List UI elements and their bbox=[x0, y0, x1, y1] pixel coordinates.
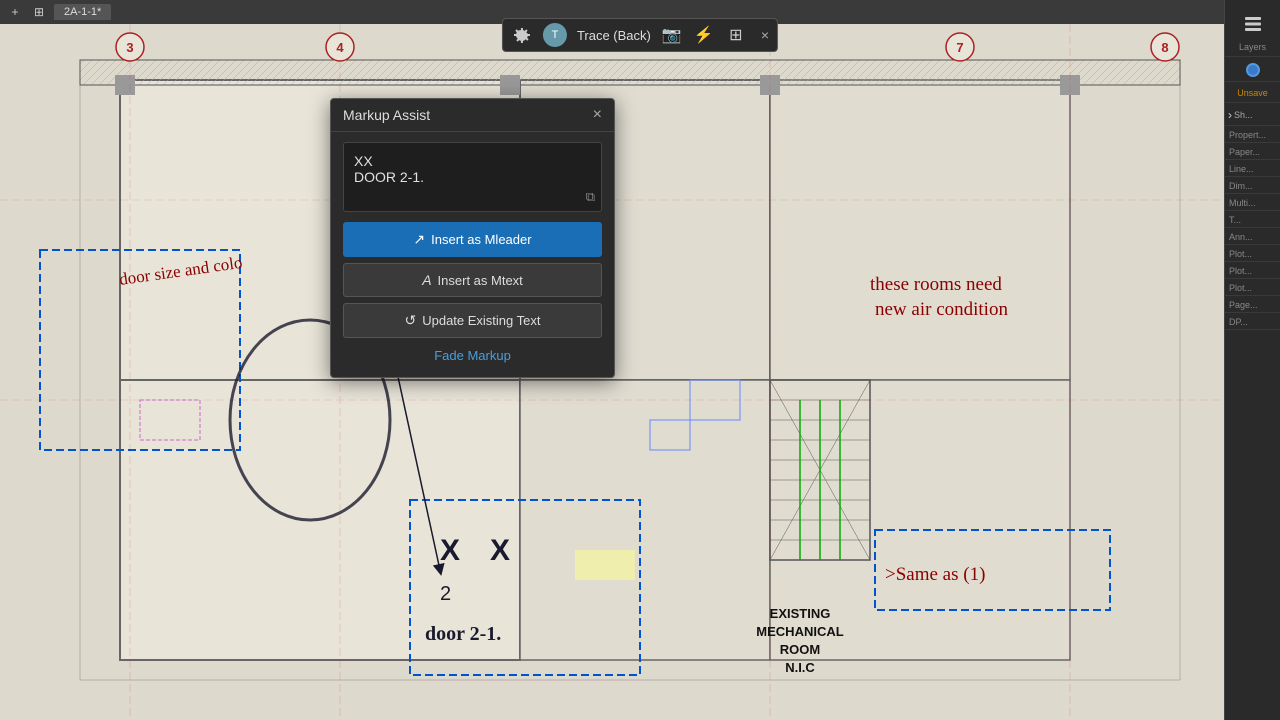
recognized-line1: XX bbox=[354, 153, 591, 169]
toolbar-plus-icon[interactable]: + bbox=[6, 3, 24, 21]
recognized-text-display: XX DOOR 2-1. ⧉ bbox=[343, 142, 602, 212]
camera-icon[interactable]: 📷 bbox=[661, 24, 683, 46]
svg-text:>Same as (1): >Same as (1) bbox=[885, 564, 985, 585]
update-icon: ↺ bbox=[404, 312, 416, 329]
mleader-icon: ↗ bbox=[413, 231, 425, 248]
sh-label: Sh... bbox=[1234, 110, 1253, 120]
copy-icon[interactable]: ⧉ bbox=[586, 189, 595, 205]
unsaved-indicator[interactable]: Unsave bbox=[1237, 88, 1268, 98]
active-layer-dot[interactable] bbox=[1246, 63, 1260, 77]
insert-mleader-button[interactable]: ↗ Insert as Mleader bbox=[343, 222, 602, 257]
recognized-line2: DOOR 2-1. bbox=[354, 169, 591, 185]
svg-text:MECHANICAL: MECHANICAL bbox=[756, 624, 843, 639]
lightning-icon[interactable]: ⚡ bbox=[693, 24, 715, 46]
trace-close-button[interactable]: × bbox=[761, 27, 769, 43]
dialog-header: Markup Assist × bbox=[331, 99, 614, 132]
paper-label: Paper... bbox=[1229, 147, 1276, 157]
svg-text:3: 3 bbox=[126, 40, 133, 55]
dialog-close-button[interactable]: × bbox=[593, 107, 602, 123]
mtext-icon: A bbox=[422, 272, 431, 288]
svg-text:X: X bbox=[440, 534, 460, 567]
plot1-label: Plot... bbox=[1229, 249, 1276, 259]
line-label: Line... bbox=[1229, 164, 1276, 174]
plot2-label: Plot... bbox=[1229, 266, 1276, 276]
dialog-title: Markup Assist bbox=[343, 107, 430, 123]
update-existing-text-button[interactable]: ↺ Update Existing Text bbox=[343, 303, 602, 338]
svg-text:EXISTING: EXISTING bbox=[770, 606, 831, 621]
toolbar-grid-icon[interactable]: ⊞ bbox=[30, 3, 48, 21]
layers-icon[interactable] bbox=[1237, 8, 1269, 40]
dialog-content: XX DOOR 2-1. ⧉ ↗ Insert as Mleader A Ins… bbox=[331, 132, 614, 377]
plot3-label: Plot... bbox=[1229, 283, 1276, 293]
svg-text:X: X bbox=[490, 534, 510, 567]
svg-text:N.I.C: N.I.C bbox=[785, 660, 815, 675]
settings-icon[interactable] bbox=[511, 24, 533, 46]
svg-text:these rooms need: these rooms need bbox=[870, 274, 1002, 295]
trace-avatar: T bbox=[543, 23, 567, 47]
svg-text:4: 4 bbox=[336, 40, 344, 55]
layers-label: Layers bbox=[1239, 42, 1266, 52]
markup-assist-dialog: Markup Assist × XX DOOR 2-1. ⧉ ↗ Insert … bbox=[330, 98, 615, 378]
chevron-right-icon[interactable]: › bbox=[1228, 108, 1232, 122]
page-label: Page... bbox=[1229, 300, 1276, 310]
trace-label: Trace (Back) bbox=[577, 28, 651, 43]
right-panel: Layers Unsave › Sh... Propert... Paper..… bbox=[1224, 0, 1280, 720]
properties-label: Propert... bbox=[1229, 130, 1276, 140]
trace-toolbar: T Trace (Back) 📷 ⚡ ⊞ × bbox=[502, 18, 778, 52]
update-existing-label: Update Existing Text bbox=[422, 313, 540, 328]
svg-text:door 2-1.: door 2-1. bbox=[425, 623, 501, 645]
dim-label: Dim... bbox=[1229, 181, 1276, 191]
svg-text:new air condition: new air condition bbox=[875, 299, 1008, 320]
dp-label: DP... bbox=[1229, 317, 1276, 327]
t-label: T... bbox=[1229, 215, 1276, 225]
svg-text:8: 8 bbox=[1161, 40, 1168, 55]
insert-mleader-label: Insert as Mleader bbox=[431, 232, 531, 247]
insert-mtext-label: Insert as Mtext bbox=[438, 273, 523, 288]
svg-text:2: 2 bbox=[440, 583, 451, 605]
ann-label: Ann... bbox=[1229, 232, 1276, 242]
multi-label: Multi... bbox=[1229, 198, 1276, 208]
svg-text:ROOM: ROOM bbox=[780, 642, 820, 657]
active-tab[interactable]: 2A-1-1* bbox=[54, 4, 111, 20]
fade-markup-button[interactable]: Fade Markup bbox=[343, 344, 602, 367]
grid-icon[interactable]: ⊞ bbox=[725, 24, 747, 46]
svg-text:7: 7 bbox=[956, 40, 963, 55]
insert-mtext-button[interactable]: A Insert as Mtext bbox=[343, 263, 602, 297]
